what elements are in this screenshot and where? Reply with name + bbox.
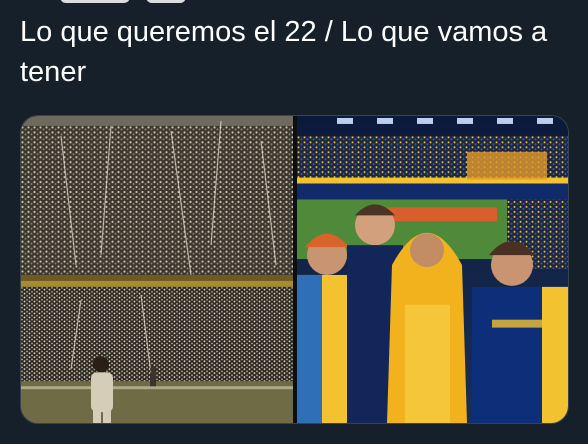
clipped-header-row bbox=[60, 0, 300, 3]
photo-icon bbox=[297, 116, 568, 423]
tweet-media[interactable] bbox=[20, 115, 569, 424]
photo-icon bbox=[21, 116, 293, 423]
clipped-author-name[interactable] bbox=[60, 0, 130, 3]
tweet: Lo que queremos el 22 / Lo que vamos a t… bbox=[0, 0, 588, 444]
photo-fans-selfie[interactable] bbox=[297, 116, 568, 423]
tweet-text: Lo que queremos el 22 / Lo que vamos a t… bbox=[20, 16, 548, 88]
photo-stadium-crowd[interactable] bbox=[21, 116, 293, 423]
fan-hood bbox=[387, 232, 467, 423]
clipped-author-handle[interactable] bbox=[146, 0, 186, 3]
